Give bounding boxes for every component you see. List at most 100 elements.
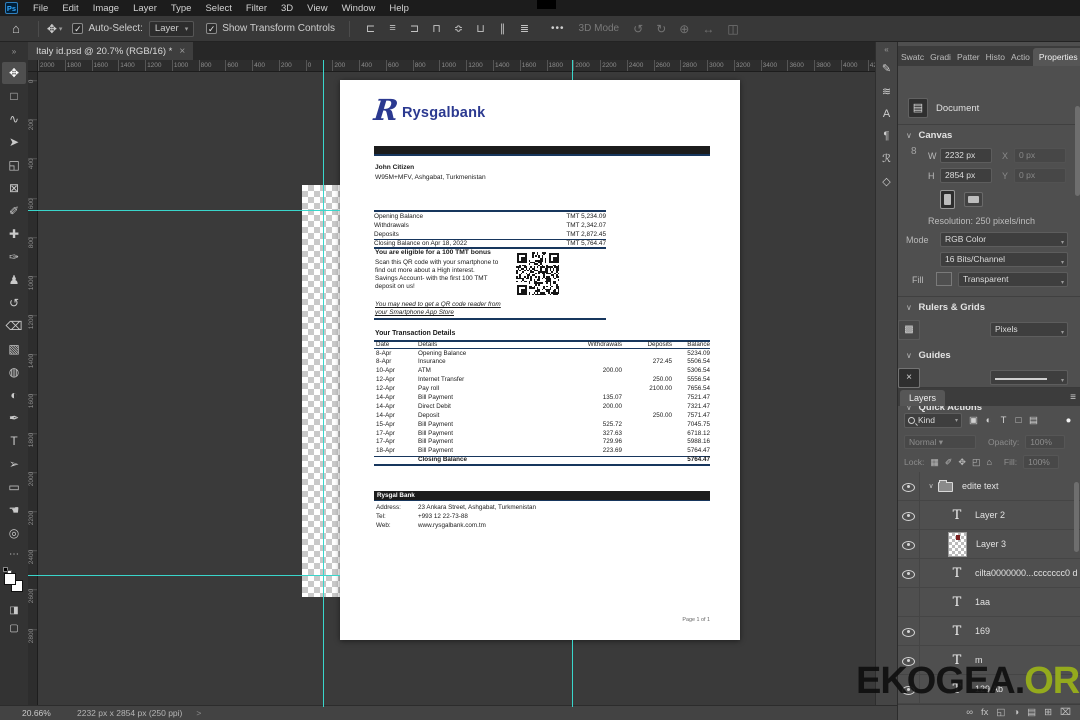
clone-stamp-tool[interactable]: ♟ — [2, 269, 26, 291]
color-chips[interactable] — [2, 567, 26, 601]
zoom-tool[interactable]: ◎ — [2, 522, 26, 544]
filter-shape-layers-icon[interactable]: □ — [1012, 415, 1025, 426]
blend-mode-dropdown[interactable]: Normal ▾ — [904, 434, 976, 449]
object-selection-tool[interactable]: ➤ — [2, 131, 26, 153]
clone-source-panel-icon[interactable]: ≋ — [882, 85, 891, 98]
move-tool[interactable]: ✥ — [2, 62, 26, 84]
delete-layer-icon[interactable]: ⌧ — [1060, 707, 1071, 718]
layer-name[interactable]: Layer 2 — [975, 510, 1005, 520]
dodge-tool[interactable]: ◐ — [2, 384, 26, 406]
foreground-color-swatch[interactable] — [4, 573, 16, 585]
panel-tab[interactable]: Swatc — [898, 48, 927, 66]
status-chevron-icon[interactable]: > — [196, 708, 201, 718]
kind-filter-dropdown[interactable]: Kind ▾ — [904, 412, 962, 428]
tool-preset-caret-icon[interactable]: ▾ — [59, 25, 63, 33]
blur-tool[interactable]: ◍ — [2, 361, 26, 383]
menu-item[interactable]: Window — [335, 3, 383, 14]
fill-dropdown[interactable]: Transparent ▾ — [958, 272, 1068, 287]
menu-item[interactable]: Help — [382, 3, 416, 14]
align-top-edges-icon[interactable]: ⊓ — [430, 22, 443, 35]
libraries-panel-icon[interactable]: ◇ — [882, 175, 890, 188]
filter-toggle-icon[interactable]: ● — [1062, 415, 1075, 426]
visibility-toggle[interactable] — [898, 530, 920, 558]
panel-tab[interactable]: Patter — [954, 48, 983, 66]
layer-row[interactable]: T 1aa — [898, 588, 1080, 617]
panel-collapse-icon[interactable]: « — [876, 42, 897, 58]
shape-tool[interactable]: ▭ — [2, 476, 26, 498]
layer-group-icon[interactable]: ▤ — [1027, 707, 1036, 718]
filter-smart-objects-icon[interactable]: ▤ — [1027, 415, 1040, 426]
brush-tool[interactable]: ✑ — [2, 246, 26, 268]
character-panel-icon[interactable]: A — [883, 108, 890, 120]
visibility-toggle[interactable] — [898, 559, 920, 587]
move-tool-icon[interactable]: ✥ — [47, 22, 57, 36]
history-brush-tool[interactable]: ↺ — [2, 292, 26, 314]
screen-mode-icon[interactable]: ▢ — [2, 619, 26, 637]
lock-transparency-icon[interactable]: ▦ — [930, 457, 939, 468]
tab-layers[interactable]: Layers — [900, 390, 946, 406]
pixel-grid-icon[interactable]: ▩ — [898, 320, 920, 340]
crop-tool[interactable]: ◱ — [2, 154, 26, 176]
layers-menu-icon[interactable]: ≡ — [1070, 392, 1080, 406]
clear-guides-icon[interactable]: × — [898, 368, 920, 388]
document-page[interactable]: R Rysgalbank John Citizen W95M+MFV, Ashg… — [340, 80, 740, 640]
layer-row[interactable]: T Layer 2 — [898, 501, 1080, 530]
lock-position-icon[interactable]: ✥ — [958, 457, 966, 468]
gradient-tool[interactable]: ▧ — [2, 338, 26, 360]
lock-artboard-icon[interactable]: ◰ — [972, 457, 981, 468]
layer-row[interactable]: ∨ edite text — [898, 472, 1080, 501]
glyphs-panel-icon[interactable]: ℛ — [882, 152, 891, 165]
bit-depth-dropdown[interactable]: 16 Bits/Channel ▾ — [940, 252, 1068, 267]
menu-item[interactable]: Type — [164, 3, 199, 14]
more-tools[interactable]: ⋯ — [2, 545, 26, 563]
tab-close-icon[interactable]: × — [179, 46, 185, 57]
units-dropdown[interactable]: Pixels ▾ — [990, 322, 1068, 337]
new-layer-icon[interactable]: ⊞ — [1044, 707, 1052, 718]
visibility-toggle[interactable] — [898, 588, 920, 616]
menu-item[interactable]: Image — [86, 3, 126, 14]
filter-type-layers-icon[interactable]: T — [997, 415, 1010, 426]
distribute-vertical-icon[interactable]: ∥ — [496, 22, 509, 35]
marquee-tool[interactable]: □ — [2, 85, 26, 107]
layer-name[interactable]: 1aa — [975, 597, 990, 607]
vertical-guide[interactable] — [572, 640, 573, 707]
align-right-edges-icon[interactable]: ⊐ — [408, 22, 421, 35]
more-options-icon[interactable]: ••• — [551, 23, 565, 34]
rulers-grids-section-header[interactable]: ∨ Rulers & Grids — [906, 302, 985, 313]
layer-row[interactable]: T 169 — [898, 617, 1080, 646]
panel-tab[interactable]: Gradi — [927, 48, 954, 66]
vertical-guide[interactable] — [323, 60, 324, 707]
home-icon[interactable]: ⌂ — [12, 21, 20, 36]
distribute-horizontal-icon[interactable]: ≎ — [452, 22, 465, 35]
tab-properties[interactable]: Properties — [1032, 48, 1080, 66]
guides-section-header[interactable]: ∨ Guides — [906, 350, 951, 361]
opacity-field[interactable]: 100% — [1025, 434, 1066, 449]
panel-tab[interactable]: Actio — [1008, 48, 1033, 66]
visibility-toggle[interactable] — [898, 646, 920, 674]
auto-select-dropdown[interactable]: Layer ▾ — [148, 20, 195, 37]
frame-tool[interactable]: ⊠ — [2, 177, 26, 199]
menu-item[interactable]: Select — [198, 3, 238, 14]
distribute-spacing-icon[interactable]: ≣ — [518, 22, 531, 35]
visibility-toggle[interactable] — [898, 675, 920, 703]
layer-name[interactable]: 169 — [975, 626, 990, 636]
height-field[interactable]: 2854 px — [940, 168, 992, 183]
layer-row[interactable]: Layer 3 — [898, 530, 1080, 559]
lasso-tool[interactable]: ∿ — [2, 108, 26, 130]
align-horizontal-centers-icon[interactable]: ≡ — [386, 22, 399, 35]
fill-swatch[interactable] — [936, 272, 952, 286]
menu-item[interactable]: View — [300, 3, 334, 14]
layer-row[interactable]: T m — [898, 646, 1080, 675]
menu-item[interactable]: File — [26, 3, 55, 14]
layer-name[interactable]: m — [975, 655, 983, 665]
paragraph-panel-icon[interactable]: ¶ — [884, 130, 890, 142]
layer-name[interactable]: cilta0000000...ccccccc0 d — [975, 568, 1078, 578]
guide-style-dropdown[interactable]: ▾ — [990, 370, 1068, 385]
visibility-toggle[interactable] — [898, 501, 920, 529]
menu-item[interactable]: Edit — [55, 3, 85, 14]
lock-image-icon[interactable]: ✐ — [945, 457, 953, 468]
landscape-orientation-button[interactable] — [964, 192, 983, 207]
align-left-edges-icon[interactable]: ⊏ — [364, 22, 377, 35]
layer-name[interactable]: Layer 3 — [976, 539, 1006, 549]
type-tool[interactable]: T — [2, 430, 26, 452]
